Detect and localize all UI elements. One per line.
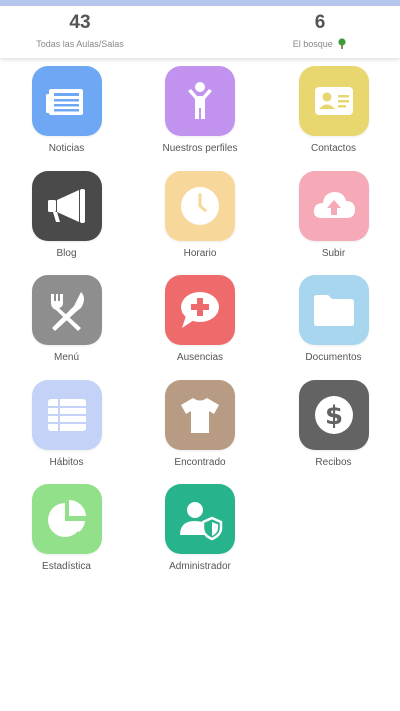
- tile-icon-box: [298, 170, 369, 241]
- pie-chart-icon: [47, 499, 86, 537]
- tile-contactos[interactable]: Contactos: [267, 66, 400, 171]
- stat-label: El bosque: [292, 39, 333, 49]
- menu-grid: Noticias Nuestros perfiles Contactos Blo…: [0, 66, 400, 589]
- tile-label: Subir: [321, 247, 346, 259]
- tile-ausencias[interactable]: Ausencias: [133, 275, 267, 380]
- tile-label: Horario: [183, 247, 217, 259]
- tile-icon-box: [298, 66, 369, 136]
- tile-documentos[interactable]: Documentos: [267, 275, 400, 380]
- cloud-upload-icon: [313, 191, 355, 218]
- tile-label: Documentos: [305, 352, 362, 363]
- tile-icon-box: $: [298, 379, 369, 450]
- megaphone-icon: [47, 188, 85, 223]
- tile-encontrado[interactable]: Encontrado: [133, 379, 267, 485]
- tile-noticias[interactable]: Noticias: [0, 66, 133, 171]
- tile-recibos[interactable]: $ Recibos: [267, 379, 400, 485]
- tile-menu[interactable]: Menú: [0, 275, 133, 380]
- tile-label: Administrador: [169, 561, 231, 572]
- fork-knife-icon: [50, 292, 84, 331]
- tile-label: Ausencias: [176, 352, 224, 363]
- tshirt-icon: [181, 397, 219, 433]
- stat-value: 43: [69, 12, 91, 33]
- tile-icon-box: [165, 379, 235, 450]
- tile-subir[interactable]: Subir: [267, 170, 400, 276]
- newspaper-icon: [45, 89, 83, 115]
- tile-label: Estadística: [42, 561, 91, 572]
- tile-icon-box: [165, 275, 235, 345]
- stats-header: 43 Todas las Aulas/Salas 6 El bosque: [0, 6, 400, 58]
- tile-label: Noticias: [48, 143, 85, 154]
- folder-icon: [313, 295, 354, 326]
- stat-forest[interactable]: 6 El bosque: [250, 12, 390, 50]
- tile-estadistica[interactable]: Estadística: [0, 484, 133, 589]
- svg-text:$: $: [324, 401, 342, 431]
- tile-label: Recibos: [315, 456, 352, 468]
- tile-label: Menú: [53, 352, 79, 363]
- tile-icon-box: [165, 484, 235, 554]
- stat-all-classrooms[interactable]: 43 Todas las Aulas/Salas: [10, 12, 150, 50]
- tile-nuestros-perfiles[interactable]: Nuestros perfiles: [133, 66, 267, 171]
- tile-label: Nuestros perfiles: [162, 143, 238, 154]
- tile-label: Contactos: [310, 143, 357, 154]
- tile-icon-box: [31, 379, 102, 450]
- clock-icon: [181, 186, 219, 225]
- tile-icon-box: [165, 66, 235, 136]
- tile-habitos[interactable]: Hábitos: [0, 379, 133, 485]
- tile-icon-box: [31, 484, 102, 554]
- tile-icon-box: [165, 170, 235, 241]
- tile-administrador[interactable]: Administrador: [133, 484, 267, 589]
- tile-label: Blog: [56, 247, 77, 259]
- tree-icon: [338, 38, 346, 49]
- tile-horario[interactable]: Horario: [133, 170, 267, 276]
- tile-label: Hábitos: [49, 456, 84, 468]
- stat-value: 6: [314, 12, 326, 33]
- tile-icon-box: [31, 66, 102, 136]
- person-icon: [188, 82, 212, 119]
- medical-chat-icon: [181, 292, 219, 328]
- tile-icon-box: [31, 170, 102, 241]
- tile-icon-box: [31, 275, 102, 345]
- tile-icon-box: [298, 275, 369, 345]
- admin-shield-icon: [180, 502, 223, 541]
- contact-card-icon: [314, 87, 353, 115]
- table-icon: [47, 398, 86, 431]
- tile-label: Encontrado: [174, 456, 226, 468]
- dollar-icon: $: [314, 395, 353, 434]
- tile-blog[interactable]: Blog: [0, 170, 133, 276]
- stat-label: Todas las Aulas/Salas: [36, 39, 124, 49]
